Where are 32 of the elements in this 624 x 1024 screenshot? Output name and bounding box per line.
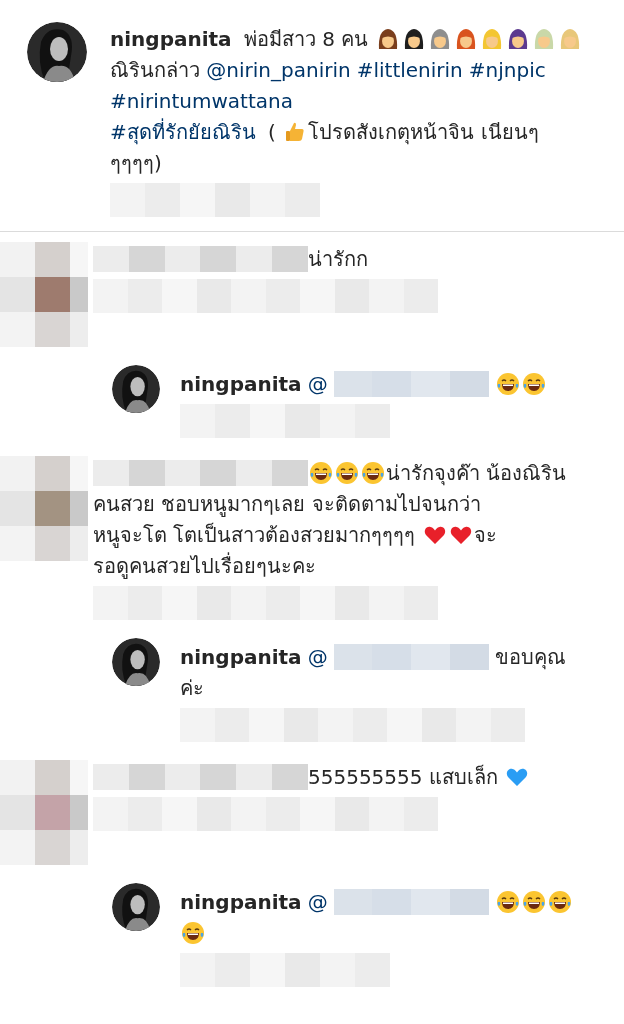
tag-link[interactable]: @: [307, 372, 328, 396]
laughing-emoji-icon: [309, 461, 333, 485]
laughing-emoji-icon: [496, 372, 520, 396]
username-link[interactable]: ningpanita: [180, 372, 302, 396]
blurred-avatar[interactable]: [0, 456, 88, 561]
avatar[interactable]: [112, 365, 160, 413]
laughing-emoji-icon: [496, 890, 520, 914]
tag-link[interactable]: #สุดที่รักยัยณิริน: [110, 120, 256, 144]
tag-link[interactable]: #littlenirin: [356, 58, 463, 82]
tag-link[interactable]: @: [307, 890, 328, 914]
blurred-avatar[interactable]: [0, 242, 88, 347]
laughing-emoji-icon: [522, 372, 546, 396]
tag-link[interactable]: @: [307, 645, 328, 669]
laughing-emoji-icon: [522, 890, 546, 914]
laughing-emoji-icon: [548, 890, 572, 914]
tag-link[interactable]: #nirintumwattana: [110, 89, 293, 113]
avatar[interactable]: [112, 883, 160, 931]
laughing-emoji-icon: [181, 921, 205, 945]
avatar[interactable]: [112, 638, 160, 686]
tag-link[interactable]: @nirin_panirin: [206, 58, 351, 82]
comment-text: 555555555 แสบเล็ก: [93, 762, 616, 793]
username-link[interactable]: ningpanita: [110, 27, 232, 51]
laughing-emoji-icon: [361, 461, 385, 485]
avatar[interactable]: [27, 22, 87, 82]
laughing-emoji-icon: [335, 461, 359, 485]
username-link[interactable]: ningpanita: [180, 890, 302, 914]
comment-text: น่ารักจุงค๊า น้องณิริน คนสวย ชอบหนูมากๆเลย จะติดตามไปจนกว่า หนูจะโต โตเป็นสาวต้องสวยมากๆๆๆๆ จะ รอดูคนสวยไปเรื่อยๆนะคะ: [93, 459, 568, 581]
username-link[interactable]: ningpanita: [180, 645, 302, 669]
comment-text: ningpanita พ่อมีสาว 8 คน ณิรินกล่าว @nirin_panirin #littlenirin #njnpic #nirintumwattana #สุดที่รักยัยณิริน ( โปรดสังเกตุหน้าจิน เนียนๆ ๆๆๆๆ): [110, 24, 616, 179]
tag-link[interactable]: #njnpic: [468, 58, 546, 82]
comment-text: ningpanita @ ขอบคุณ ค่ะ: [180, 643, 567, 702]
comment-text: น่ารักก: [93, 244, 616, 275]
